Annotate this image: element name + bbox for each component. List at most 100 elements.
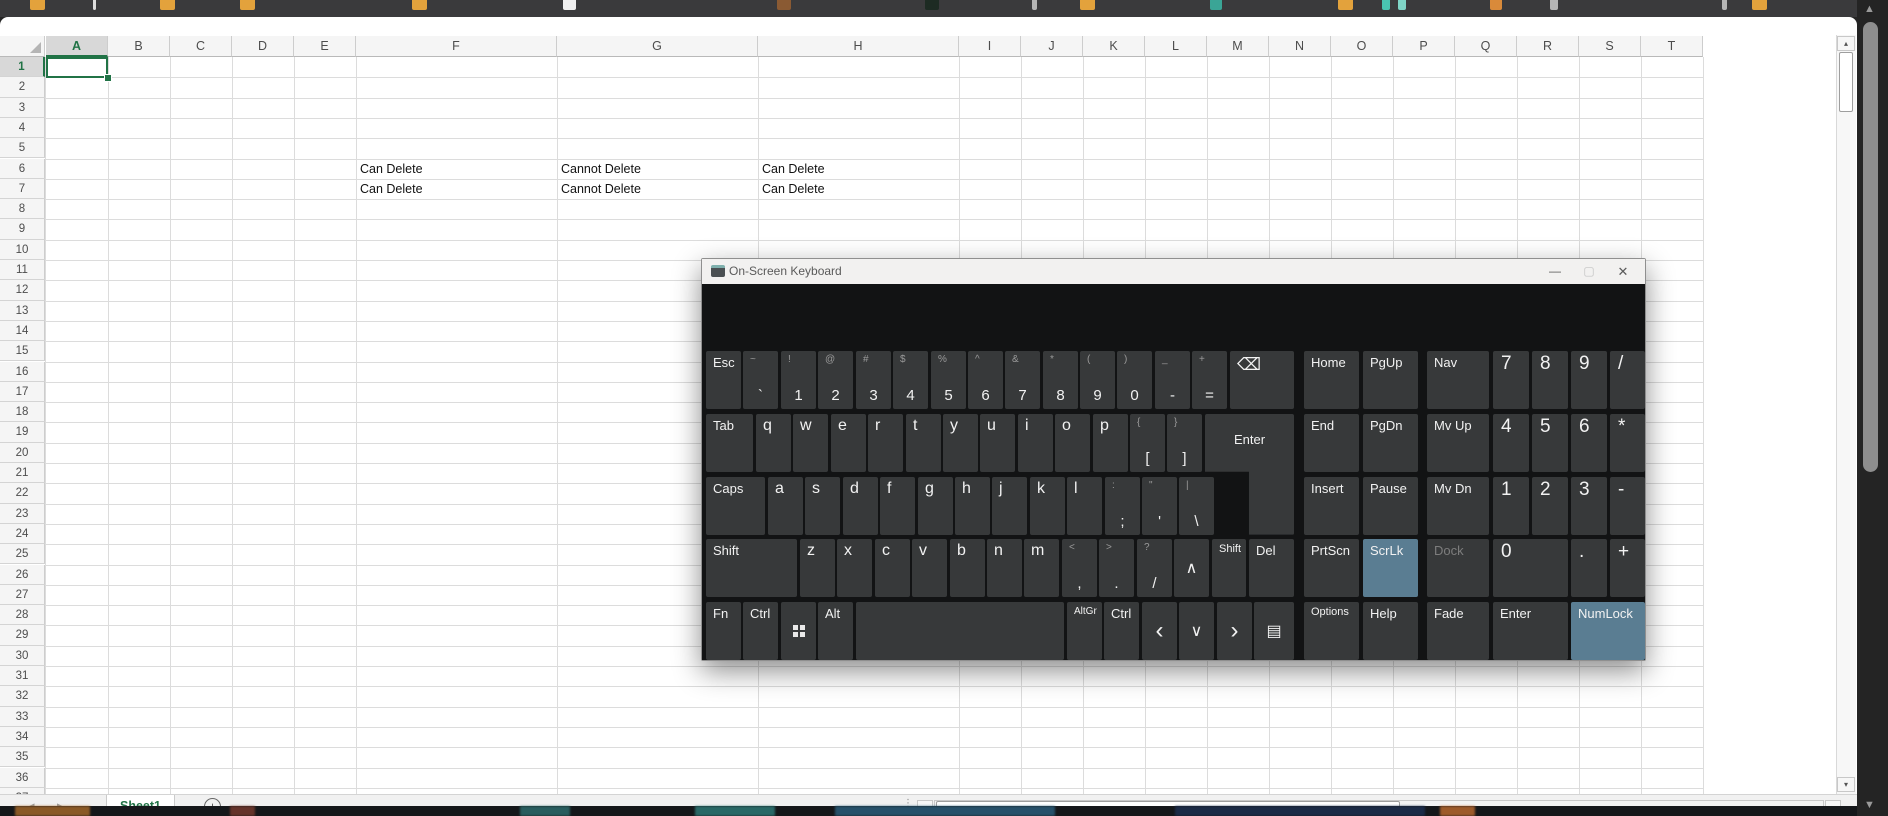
key-l[interactable]: l bbox=[1067, 476, 1102, 535]
key-t[interactable]: t bbox=[906, 413, 941, 472]
key-4[interactable]: $4 bbox=[893, 351, 928, 409]
key-altgr[interactable]: AltGr bbox=[1067, 602, 1102, 661]
row-header-11[interactable]: 11 bbox=[0, 260, 45, 281]
key-9[interactable]: (9 bbox=[1080, 351, 1115, 409]
row-header-8[interactable]: 8 bbox=[0, 199, 45, 220]
key-numpad-4[interactable]: 4 bbox=[1493, 413, 1529, 472]
taskbar-icon-3[interactable] bbox=[240, 0, 255, 10]
key-dock[interactable]: Dock bbox=[1427, 539, 1489, 598]
column-header-I[interactable]: I bbox=[959, 36, 1021, 57]
row-header-20[interactable]: 20 bbox=[0, 442, 45, 463]
key-arrow-left[interactable]: ‹ bbox=[1142, 602, 1177, 661]
key-fade[interactable]: Fade bbox=[1427, 602, 1489, 661]
column-header-N[interactable]: N bbox=[1269, 36, 1331, 57]
taskbar-icon-4[interactable] bbox=[412, 0, 427, 10]
key-1[interactable]: ! 1 bbox=[781, 351, 816, 409]
row-header-18[interactable]: 18 bbox=[0, 402, 45, 423]
key-scrlk[interactable]: ScrLk bbox=[1363, 539, 1418, 598]
key-menu[interactable]: ▤ bbox=[1254, 602, 1294, 661]
row-header-13[interactable]: 13 bbox=[0, 300, 45, 321]
taskbar-icon-8[interactable] bbox=[1032, 0, 1037, 10]
key-home[interactable]: Home bbox=[1304, 351, 1359, 409]
key-0[interactable]: ) 0 bbox=[1117, 351, 1152, 409]
cell-G6[interactable]: Cannot Delete bbox=[561, 159, 754, 179]
scroll-down-button[interactable]: ▾ bbox=[1837, 777, 1855, 792]
row-header-12[interactable]: 12 bbox=[0, 280, 45, 301]
key-v[interactable]: v bbox=[912, 539, 947, 598]
row-header-32[interactable]: 32 bbox=[0, 686, 45, 707]
key-insert[interactable]: Insert bbox=[1304, 476, 1359, 535]
taskbar-icon-15[interactable] bbox=[1550, 0, 1558, 10]
column-header-D[interactable]: D bbox=[232, 36, 294, 57]
row-header-15[interactable]: 15 bbox=[0, 341, 45, 362]
taskbar-icon-13[interactable] bbox=[1398, 0, 1406, 10]
key-o[interactable]: o bbox=[1055, 413, 1090, 472]
key-arrow-right[interactable]: › bbox=[1217, 602, 1252, 661]
column-header-C[interactable]: C bbox=[170, 36, 232, 57]
vertical-scroll-thumb[interactable] bbox=[1839, 52, 1853, 112]
key-numpad-minus[interactable]: - bbox=[1610, 476, 1645, 535]
column-header-E[interactable]: E bbox=[294, 36, 356, 57]
key-numpad-divide[interactable]: / bbox=[1610, 351, 1645, 409]
row-header-16[interactable]: 16 bbox=[0, 361, 45, 382]
key-numpad-dot[interactable]: . bbox=[1571, 539, 1607, 598]
taskbar-icon-2[interactable] bbox=[160, 0, 175, 10]
row-header-17[interactable]: 17 bbox=[0, 381, 45, 403]
column-header-P[interactable]: P bbox=[1393, 36, 1455, 57]
key-arrow-up[interactable]: ∧ bbox=[1174, 539, 1209, 598]
select-all-corner[interactable] bbox=[0, 36, 45, 57]
key-k[interactable]: k bbox=[1030, 476, 1065, 535]
key-b[interactable]: b bbox=[950, 539, 985, 598]
row-header-5[interactable]: 5 bbox=[0, 138, 45, 159]
cell-H7[interactable]: Can Delete bbox=[762, 179, 955, 199]
row-header-10[interactable]: 10 bbox=[0, 239, 45, 260]
key-6[interactable]: ^ 6 bbox=[968, 351, 1003, 409]
fill-handle[interactable] bbox=[104, 74, 112, 83]
key-end[interactable]: End bbox=[1304, 413, 1359, 472]
taskbar-icon-7[interactable] bbox=[925, 0, 939, 10]
key-help[interactable]: Help bbox=[1363, 602, 1418, 661]
row-header-33[interactable]: 33 bbox=[0, 706, 45, 727]
key-esc[interactable]: Esc bbox=[706, 351, 741, 409]
key-d[interactable]: d bbox=[843, 476, 878, 535]
key-ctrl-right[interactable]: Ctrl bbox=[1104, 602, 1139, 661]
outer-scroll-up-icon[interactable]: ▲ bbox=[1864, 3, 1875, 15]
key-comma[interactable]: <, bbox=[1062, 539, 1097, 598]
taskbar-icon-6[interactable] bbox=[777, 0, 791, 10]
row-header-34[interactable]: 34 bbox=[0, 726, 45, 748]
key-shift-left[interactable]: Shift bbox=[706, 539, 797, 598]
key-u[interactable]: u bbox=[980, 413, 1015, 472]
taskbar-icon-12[interactable] bbox=[1382, 0, 1390, 10]
close-button[interactable]: ✕ bbox=[1607, 259, 1639, 284]
key-numpad-8[interactable]: 8 bbox=[1532, 351, 1568, 409]
key-q[interactable]: q bbox=[756, 413, 791, 472]
column-header-Q[interactable]: Q bbox=[1455, 36, 1517, 57]
key-i[interactable]: i bbox=[1018, 413, 1053, 472]
key-ctrl-left[interactable]: Ctrl bbox=[743, 602, 778, 661]
key-numpad-5[interactable]: 5 bbox=[1532, 413, 1568, 472]
key-numpad-2[interactable]: 2 bbox=[1532, 476, 1568, 535]
column-header-L[interactable]: L bbox=[1145, 36, 1207, 57]
key-h[interactable]: h bbox=[955, 476, 990, 535]
cell-F6[interactable]: Can Delete bbox=[360, 159, 553, 179]
key-minus[interactable]: _ - bbox=[1155, 351, 1190, 409]
key-g[interactable]: g bbox=[918, 476, 953, 535]
key-win[interactable] bbox=[781, 602, 816, 661]
key-enter[interactable]: Enter bbox=[1205, 413, 1294, 535]
key-pgup[interactable]: PgUp bbox=[1363, 351, 1418, 409]
key-7[interactable]: & 7 bbox=[1005, 351, 1040, 409]
key-s[interactable]: s bbox=[805, 476, 840, 535]
taskbar-icon-14[interactable] bbox=[1490, 0, 1502, 10]
key-8[interactable]: * 8 bbox=[1043, 351, 1078, 409]
key-numpad-1[interactable]: 1 bbox=[1493, 476, 1529, 535]
key-3[interactable]: #3 bbox=[856, 351, 891, 409]
row-header-31[interactable]: 31 bbox=[0, 666, 45, 687]
key-move-down[interactable]: Mv Dn bbox=[1427, 476, 1489, 535]
key-numpad-0[interactable]: 0 bbox=[1493, 539, 1568, 598]
taskbar-icon-17[interactable] bbox=[1752, 0, 1767, 10]
key-prtscn[interactable]: PrtScn bbox=[1304, 539, 1359, 598]
key-move-up[interactable]: Mv Up bbox=[1427, 413, 1489, 472]
key-space[interactable] bbox=[856, 602, 1064, 661]
row-header-36[interactable]: 36 bbox=[0, 767, 45, 788]
key-pause[interactable]: Pause bbox=[1363, 476, 1418, 535]
